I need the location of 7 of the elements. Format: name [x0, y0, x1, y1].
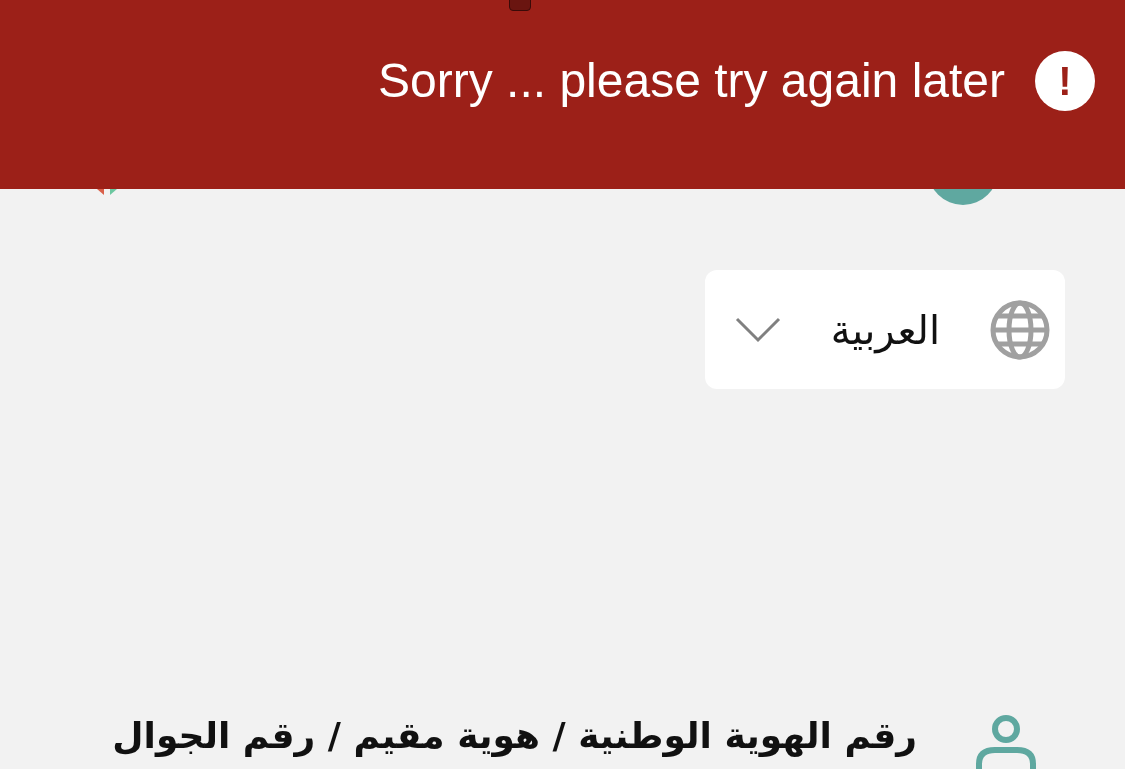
language-dropdown[interactable]: العربية — [705, 270, 1065, 389]
id-field-label: رقم الهوية الوطنية / هوية مقيم / رقم الجوال — [112, 716, 917, 756]
globe-icon — [990, 299, 1050, 360]
person-icon — [975, 714, 1037, 769]
chevron-down-icon — [734, 316, 781, 343]
error-message: Sorry ... please try again later — [378, 53, 1005, 109]
alert-icon: ! — [1035, 51, 1095, 111]
